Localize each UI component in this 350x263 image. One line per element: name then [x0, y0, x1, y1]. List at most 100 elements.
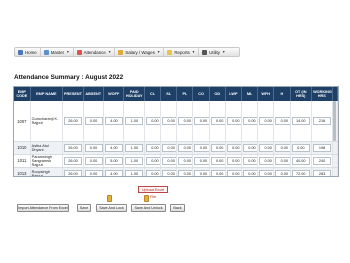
column-header[interactable]: LWP: [225, 87, 242, 101]
cell-input[interactable]: 0.00: [226, 117, 241, 125]
cell-input[interactable]: 0.00: [162, 143, 176, 152]
vertical-scrollbar[interactable]: [331, 154, 338, 169]
column-header[interactable]: CO: [192, 87, 210, 101]
cell-input[interactable]: 0.00: [210, 169, 225, 176]
cell-input[interactable]: 5.00: [104, 156, 123, 165]
cell-input[interactable]: 1.00: [125, 117, 144, 125]
cell-input[interactable]: 0.00: [226, 169, 241, 176]
cell-input[interactable]: 0.00: [194, 117, 209, 125]
cell-input[interactable]: 26.00: [64, 156, 82, 165]
cell-input[interactable]: 0.00: [178, 156, 192, 165]
column-header[interactable]: ML: [241, 87, 259, 101]
menu-item-salary-wages[interactable]: Salary / Wages ▼: [115, 48, 165, 56]
cell-input[interactable]: 1.00: [125, 143, 144, 152]
cell-input[interactable]: 0.00: [178, 143, 192, 152]
table-cell: 0.00: [273, 141, 291, 155]
cell-input[interactable]: 0.00: [242, 117, 257, 125]
cell-input[interactable]: 0.00: [194, 156, 209, 165]
cell-input[interactable]: 4.00: [104, 169, 123, 176]
table-row[interactable]: 1011 Paramsingh Sangramsh Rajput 26.00 0.00…: [14, 154, 338, 169]
vertical-scrollbar[interactable]: [331, 167, 338, 176]
column-header[interactable]: EMP NAME: [30, 87, 64, 101]
cell-input[interactable]: 0.00: [84, 117, 103, 125]
menu-item-reports[interactable]: Reports ▼: [164, 48, 200, 56]
save-button[interactable]: Save: [77, 204, 91, 212]
cell-input[interactable]: 0.00: [242, 169, 257, 176]
column-header[interactable]: PAID HOLIDAY: [123, 87, 145, 101]
cell-input[interactable]: 4.00: [104, 143, 123, 152]
cell-input[interactable]: 26.00: [64, 117, 82, 125]
cell-input[interactable]: 0.00: [226, 156, 241, 165]
cell-input[interactable]: 0.00: [242, 143, 257, 152]
cell-input[interactable]: 0.00: [178, 117, 192, 125]
column-header[interactable]: H: [273, 87, 291, 101]
cell-input[interactable]: 0.00: [275, 117, 289, 125]
vertical-scrollbar[interactable]: [331, 141, 338, 155]
column-header[interactable]: SL: [160, 87, 178, 101]
column-header[interactable]: WFH: [257, 87, 275, 101]
menu-item-utility[interactable]: Utility ▼: [199, 48, 228, 56]
cell-input[interactable]: 40.00: [291, 156, 310, 165]
cell-input[interactable]: 0.00: [291, 143, 310, 152]
menu-item-home[interactable]: Home: [15, 48, 41, 56]
cell-input[interactable]: 0.00: [226, 143, 241, 152]
cell-input[interactable]: 0.00: [210, 117, 225, 125]
menu-item-master[interactable]: Master ▼: [41, 48, 74, 56]
cell-input[interactable]: 1.00: [125, 156, 144, 165]
cell-input[interactable]: 0.00: [259, 143, 273, 152]
cell-input[interactable]: 0.00: [145, 117, 160, 125]
column-header[interactable]: PL: [176, 87, 194, 101]
cell-input[interactable]: 72.00: [291, 169, 310, 176]
cell-input[interactable]: 0.00: [275, 169, 289, 176]
column-header[interactable]: WOFF: [103, 87, 125, 101]
table-row[interactable]: 1007 Gurucharanji K. Rajput 26.00 0.00 4.00 1…: [14, 101, 338, 142]
cell-input[interactable]: 283: [313, 169, 332, 176]
menu-item-attendance[interactable]: Attendance ▼: [74, 48, 116, 56]
cell-input[interactable]: 0.00: [84, 169, 103, 176]
cell-input[interactable]: 0.00: [84, 156, 103, 165]
cell-input[interactable]: 0.00: [194, 169, 209, 176]
cell-input[interactable]: 14.00: [291, 117, 310, 125]
column-header[interactable]: ABSENT: [83, 87, 104, 101]
cell-input[interactable]: 1.00: [125, 169, 144, 176]
cell-input[interactable]: 0.00: [178, 169, 192, 176]
cell-input[interactable]: 4.00: [104, 117, 123, 125]
cell-input[interactable]: 0.00: [145, 143, 160, 152]
cell-input[interactable]: 0.00: [194, 143, 209, 152]
cell-input[interactable]: 0.00: [259, 156, 273, 165]
cell-input[interactable]: 0.00: [162, 156, 176, 165]
scrollbar-thumb[interactable]: [333, 101, 337, 141]
table-row[interactable]: 1010 Astha Atul Dhyani 26.00 0.00 4.00 1.00 0.…: [14, 141, 338, 155]
vertical-scrollbar[interactable]: [331, 101, 338, 142]
cell-input[interactable]: 240: [313, 156, 332, 165]
cell-input[interactable]: 0.00: [84, 143, 103, 152]
column-header[interactable]: WORKING HRS: [311, 87, 333, 101]
cell-input[interactable]: 0.00: [210, 156, 225, 165]
column-header[interactable]: OD: [209, 87, 226, 101]
column-header[interactable]: EMP CODE: [14, 87, 31, 101]
save-and-unlock-button[interactable]: Save And Unlock: [131, 204, 166, 212]
cell-input[interactable]: 0.00: [162, 169, 176, 176]
cell-input[interactable]: 198: [313, 143, 332, 152]
cell-input[interactable]: 0.00: [145, 169, 160, 176]
column-header[interactable]: PRESENT: [62, 87, 84, 101]
column-header[interactable]: OT (IN HRS): [290, 87, 313, 101]
cell-input[interactable]: 26.00: [64, 143, 82, 152]
back-button[interactable]: Back: [170, 204, 185, 212]
cell-input[interactable]: 0.00: [275, 156, 289, 165]
cell-input[interactable]: 0.00: [242, 156, 257, 165]
cell-input[interactable]: 0.00: [275, 143, 289, 152]
save-and-lock-button[interactable]: Save And Lock: [96, 204, 127, 212]
cell-input[interactable]: 0.00: [145, 156, 160, 165]
cell-input[interactable]: 0.00: [162, 117, 176, 125]
cell-input[interactable]: 26.00: [64, 169, 82, 176]
column-header[interactable]: CL: [144, 87, 162, 101]
chevron-down-icon: ▼: [107, 50, 112, 54]
upload-excel-button[interactable]: Upload Excel File: [138, 186, 168, 199]
cell-input[interactable]: 0.00: [259, 169, 273, 176]
cell-input[interactable]: 0.00: [259, 117, 273, 125]
cell-input[interactable]: 0.00: [210, 143, 225, 152]
cell-input[interactable]: 216: [313, 117, 332, 125]
import-excel-button[interactable]: Import Attendance From Excel: [17, 204, 69, 212]
table-row[interactable]: 1013 Roopsingh Rajput 26.00 0.00 4.00 1.00 0.0…: [14, 167, 338, 176]
